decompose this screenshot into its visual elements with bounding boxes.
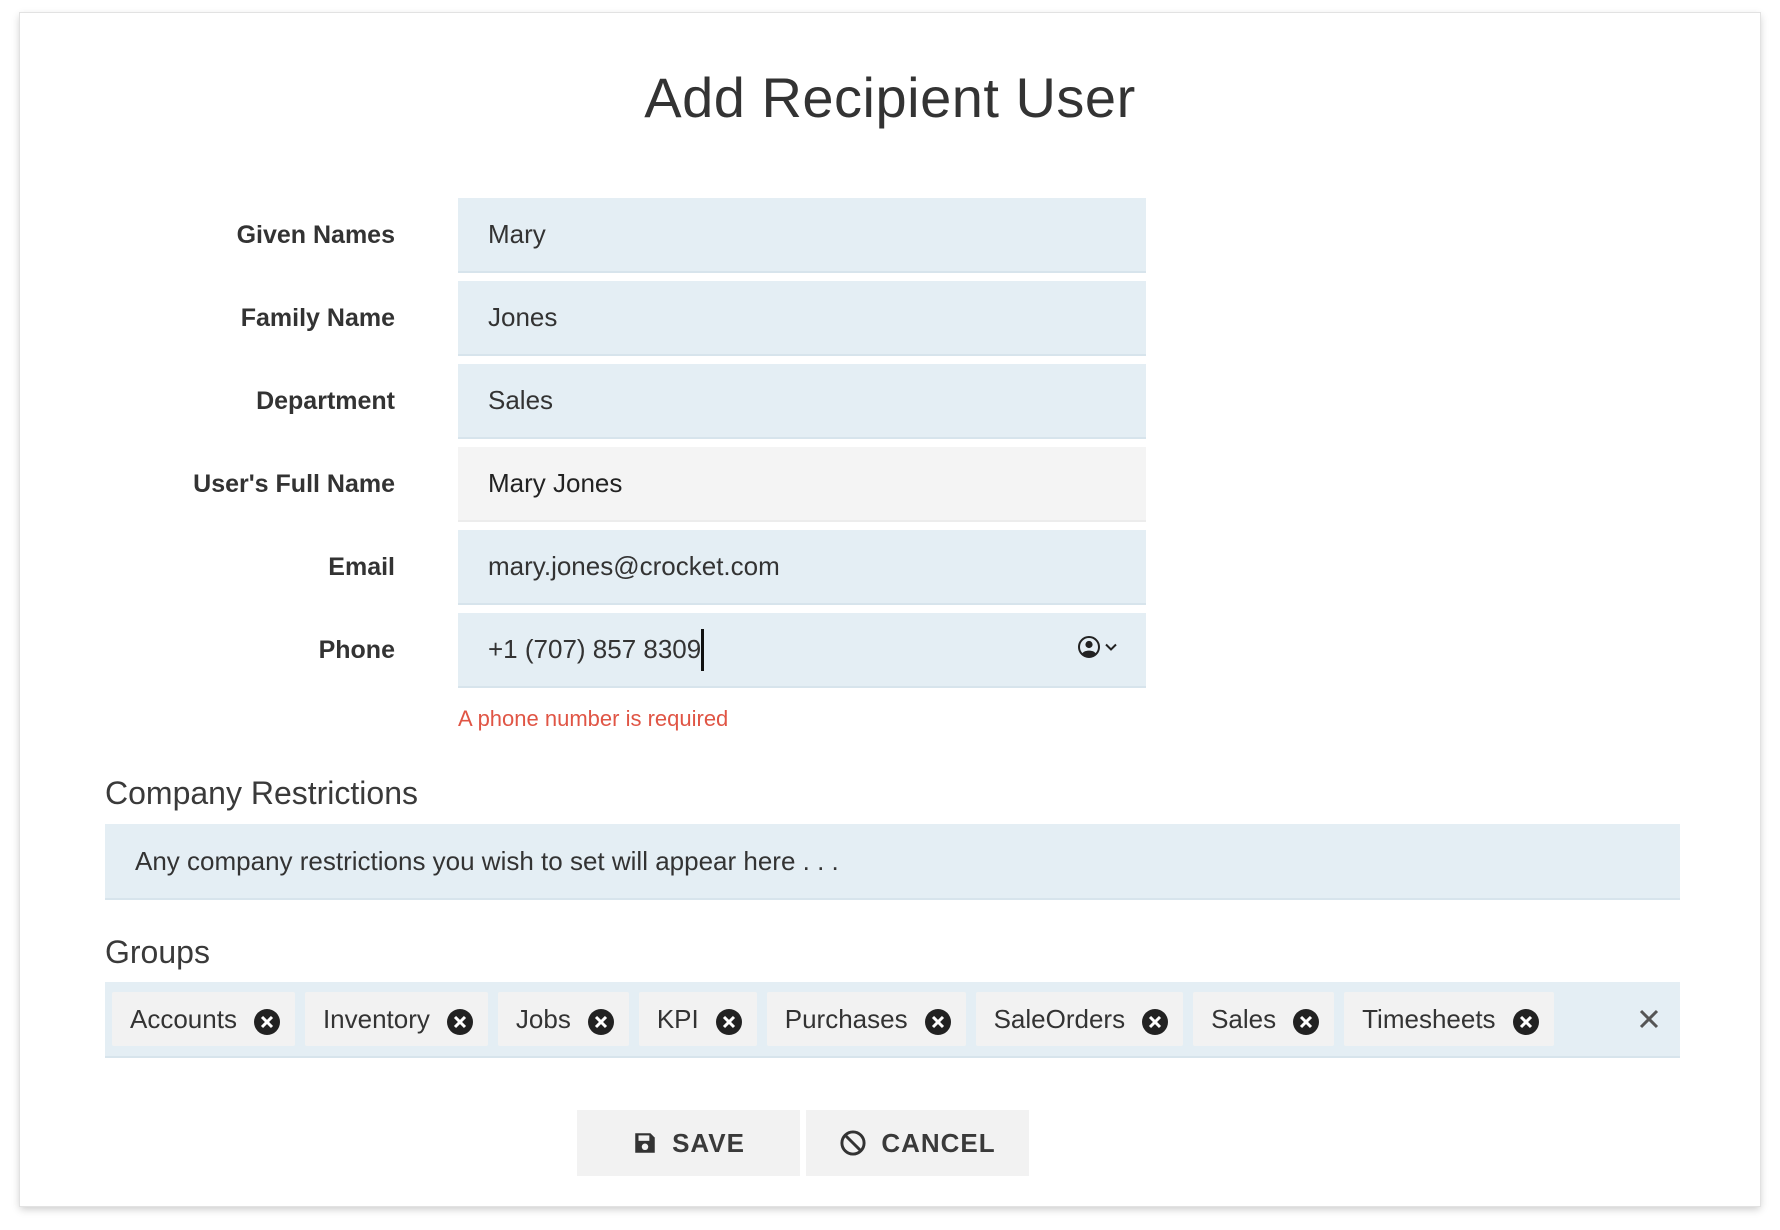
- email-label: Email: [328, 553, 395, 581]
- cancel-button-label: CANCEL: [881, 1127, 996, 1158]
- given-names-field[interactable]: [458, 198, 1146, 273]
- dialog-title: Add Recipient User: [644, 66, 1136, 129]
- department-field[interactable]: [458, 364, 1146, 439]
- contact-picker-button[interactable]: [1077, 635, 1118, 659]
- group-chip-label: Purchases: [784, 1003, 908, 1034]
- department-label: Department: [256, 387, 395, 415]
- family-name-field[interactable]: [458, 281, 1146, 356]
- clear-groups-icon[interactable]: [1636, 1006, 1662, 1032]
- user-circle-icon: [1078, 636, 1100, 658]
- remove-chip-icon[interactable]: [715, 1008, 743, 1036]
- phone-input[interactable]: +1 (707) 857 8309: [488, 634, 701, 665]
- email-field[interactable]: [458, 530, 1146, 605]
- group-chip-label: Jobs: [515, 1003, 571, 1034]
- company-restrictions-heading: Company Restrictions: [105, 775, 418, 811]
- group-chip-accounts: Accounts: [112, 992, 295, 1046]
- remove-chip-icon[interactable]: [1512, 1008, 1540, 1036]
- remove-chip-icon[interactable]: [1292, 1008, 1320, 1036]
- group-chip-timesheets: Timesheets: [1344, 992, 1554, 1046]
- groups-select[interactable]: Accounts Inventory Jobs KPI Purchases Sa…: [105, 982, 1680, 1058]
- company-restrictions-placeholder: Any company restrictions you wish to set…: [135, 845, 839, 876]
- remove-chip-icon[interactable]: [253, 1008, 281, 1036]
- group-chip-sales: Sales: [1193, 992, 1335, 1046]
- group-chip-jobs: Jobs: [497, 992, 629, 1046]
- chevron-down-icon: [1105, 643, 1117, 651]
- group-chip-label: KPI: [656, 1003, 699, 1034]
- group-chip-label: Accounts: [130, 1003, 237, 1034]
- family-name-input[interactable]: [488, 302, 1088, 333]
- group-chip-label: SaleOrders: [993, 1003, 1126, 1034]
- remove-chip-icon[interactable]: [1141, 1008, 1169, 1036]
- full-name-field: Mary Jones: [458, 447, 1146, 522]
- remove-chip-icon[interactable]: [446, 1008, 474, 1036]
- given-names-input[interactable]: [488, 219, 1088, 250]
- group-chip-purchases: Purchases: [766, 992, 966, 1046]
- given-names-label: Given Names: [236, 221, 395, 249]
- group-chip-label: Sales: [1211, 1003, 1277, 1034]
- groups-heading: Groups: [105, 934, 210, 970]
- text-caret: [701, 628, 705, 671]
- group-chip-kpi: KPI: [638, 992, 757, 1046]
- phone-label: Phone: [318, 636, 395, 664]
- save-button-label: SAVE: [672, 1127, 745, 1158]
- save-button[interactable]: SAVE: [577, 1110, 800, 1176]
- remove-chip-icon[interactable]: [587, 1008, 615, 1036]
- full-name-label: User's Full Name: [193, 470, 395, 498]
- group-chip-label: Timesheets: [1362, 1003, 1496, 1034]
- family-name-label: Family Name: [240, 304, 395, 332]
- company-restrictions-box: Any company restrictions you wish to set…: [105, 824, 1680, 900]
- remove-chip-icon[interactable]: [924, 1008, 952, 1036]
- cancel-button[interactable]: CANCEL: [806, 1110, 1029, 1176]
- add-recipient-dialog: Add Recipient User Given Names Family Na…: [20, 13, 1760, 1206]
- floppy-disk-icon: [635, 1133, 655, 1153]
- department-input[interactable]: [488, 385, 1088, 416]
- group-chip-inventory: Inventory: [304, 992, 488, 1046]
- group-chip-label: Inventory: [322, 1003, 430, 1034]
- cancel-circle-icon: [840, 1130, 866, 1156]
- email-input[interactable]: [488, 551, 1088, 582]
- full-name-value: Mary Jones: [488, 468, 623, 498]
- phone-field[interactable]: +1 (707) 857 8309: [458, 613, 1146, 688]
- phone-error-message: A phone number is required: [458, 706, 729, 731]
- group-chip-saleorders: SaleOrders: [975, 992, 1184, 1046]
